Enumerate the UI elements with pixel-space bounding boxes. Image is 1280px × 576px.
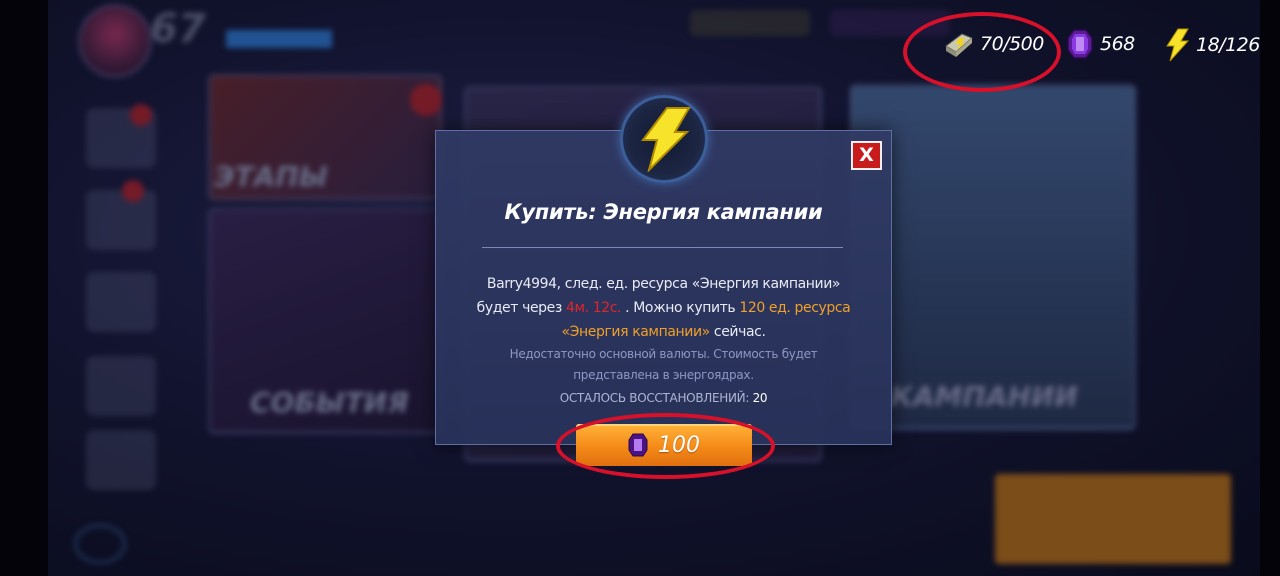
close-button[interactable]: X [851,141,882,170]
dialog-divider [482,247,843,248]
resource-name: «Энергия кампании» [561,324,710,340]
remaining-label: ОСТАЛОСЬ ВОССТАНОВЛЕНИЙ: [559,391,750,405]
dialog-message-line-2: будет через 4м. 12с. . Можно купить 120 … [445,296,882,320]
highlight-ring-resource [903,12,1061,92]
remaining-value: 20 [752,391,768,405]
campaign-energy-value: 18/126 [1196,34,1260,56]
dialog-note-line-1: Недостаточно основной валюты. Стоимость … [509,347,818,361]
energy-core-icon [1067,29,1093,59]
dialog-message-line-1: Barry4994, след. ед. ресурса «Энергия ка… [486,276,841,292]
lightning-icon [641,107,691,172]
resource-energy-cores[interactable]: 568 [1066,28,1135,60]
dialog-energy-badge [620,95,708,183]
remaining-refills: ОСТАЛОСЬ ВОССТАНОВЛЕНИЙ: 20 [445,391,882,405]
energy-cores-value: 568 [1100,33,1135,55]
highlight-ring-button [556,413,775,479]
purchase-amount: 120 ед. ресурса [739,300,851,316]
time-remaining: 4м. 12с. [565,300,622,316]
dialog-note-line-2: представлена в энергоядрах. [573,368,754,382]
dialog-title: Купить: Энергия кампании [504,200,823,224]
dialog-message-line-3: «Энергия кампании» сейчас. [445,320,882,344]
message-text: сейчас. [709,324,766,340]
lightning-icon [1166,28,1190,62]
message-text: . Можно купить [621,300,740,316]
message-text: будет через [476,300,566,316]
game-screen: 67 ЭТАПЫ СОБЫТИЯ КАМПАНИИ 70/500 568 18/… [0,0,1280,576]
resource-campaign-energy[interactable]: 18/126 [1164,28,1260,62]
